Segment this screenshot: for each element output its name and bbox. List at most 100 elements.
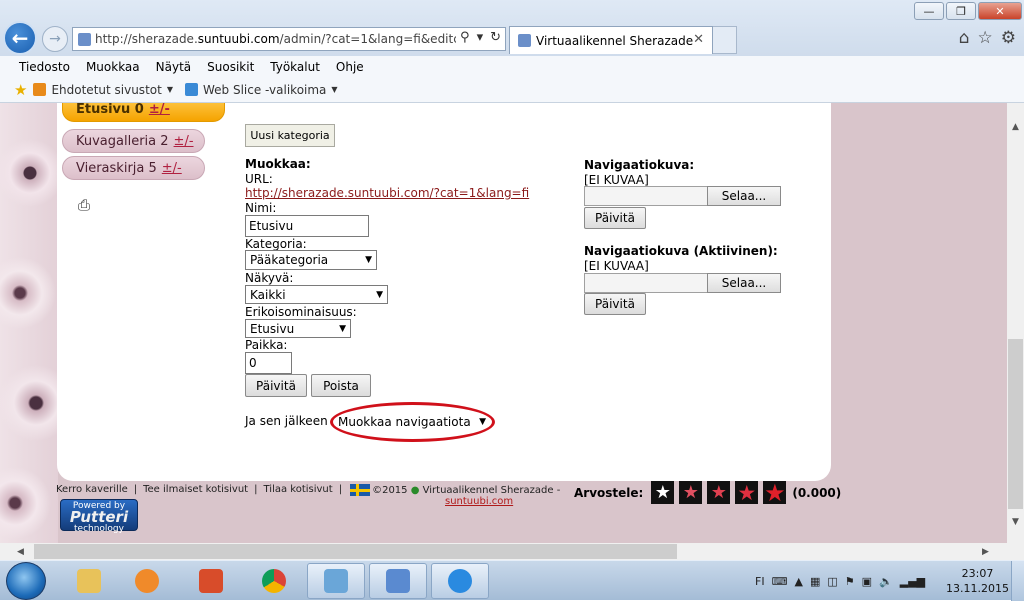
refresh-icon[interactable]: ↻ <box>490 30 501 45</box>
new-category-button[interactable]: Uusi kategoria <box>245 124 335 147</box>
taskbar-paint[interactable] <box>307 563 365 599</box>
horizontal-scroll-thumb[interactable] <box>34 544 677 559</box>
taskbar-media-player[interactable] <box>118 563 176 599</box>
category-select[interactable]: Pääkategoria ▼ <box>245 250 377 270</box>
taskbar-explorer[interactable] <box>60 563 118 599</box>
scroll-up-icon[interactable]: ▲ <box>1007 118 1024 135</box>
tab-title: Virtuaalikennel Sherazade <box>536 33 694 48</box>
rating-star-4-icon[interactable]: ★ <box>735 481 759 505</box>
footer-link-free-sites[interactable]: Tee ilmaiset kotisivut <box>137 484 254 496</box>
scroll-right-icon[interactable]: ▶ <box>977 543 994 560</box>
nav-image-active-file-input[interactable] <box>584 273 708 293</box>
scroll-down-icon[interactable]: ▼ <box>1007 513 1024 530</box>
windows-icon[interactable]: ▦ <box>810 575 820 588</box>
keyboard-icon[interactable]: ⌨ <box>772 575 788 588</box>
search-icon[interactable]: ⚲ <box>460 30 470 45</box>
rating-star-2-icon[interactable]: ★ <box>679 481 703 504</box>
taskbar-chrome[interactable] <box>245 563 303 599</box>
browser-window: ← → http://sherazade. suntuubi.com/admin/… <box>0 0 1024 601</box>
sidebar-item-plusminus[interactable]: ±/- <box>174 134 194 149</box>
nav-image-browse-button[interactable]: Selaa... <box>707 186 781 206</box>
network-adapter-icon[interactable]: ◫ <box>827 575 837 588</box>
clock-date: 13.11.2015 <box>946 582 1009 595</box>
rating-star-3-icon[interactable]: ★ <box>707 481 731 504</box>
clock[interactable]: 23:07 13.11.2015 <box>946 566 1009 596</box>
gear-icon[interactable]: ⚙ <box>1001 28 1016 48</box>
nav-image-active-browse-button[interactable]: Selaa... <box>707 273 781 293</box>
footer-link-tell-friend[interactable]: Kerro kaverille <box>56 484 134 496</box>
start-button[interactable] <box>6 562 46 600</box>
new-tab-button[interactable] <box>713 26 737 54</box>
back-button[interactable]: ← <box>3 21 37 55</box>
sidebar-item-plusminus[interactable]: ±/- <box>149 103 170 117</box>
arrow-right-icon: → <box>49 31 61 47</box>
flag-icon[interactable]: ⚑ <box>845 575 855 588</box>
monitor-icon[interactable]: ▣ <box>862 575 872 588</box>
minimize-button[interactable]: — <box>914 2 944 20</box>
close-window-button[interactable]: ✕ <box>978 2 1022 20</box>
visible-select[interactable]: Kaikki ▼ <box>245 285 388 304</box>
rate-label: Arvostele: <box>574 485 644 500</box>
favorites-star-icon[interactable]: ☆ <box>978 28 993 48</box>
forward-button[interactable]: → <box>42 26 68 52</box>
place-input[interactable]: 0 <box>245 352 292 374</box>
nav-image-active-heading: Navigaatiokuva (Aktiivinen): <box>584 244 778 258</box>
sidebar-item-etusivu[interactable]: Etusivu 0 ±/- <box>62 103 225 122</box>
arrow-up-icon[interactable]: ▲ <box>794 575 802 588</box>
favorites-bar: ★ Ehdotetut sivustot ▼ Web Slice -valiko… <box>0 77 1024 103</box>
taskbar-internet-explorer[interactable] <box>431 563 489 599</box>
menu-suosikit[interactable]: Suosikit <box>207 60 254 74</box>
nav-image-active-status: [EI KUVAA] <box>584 259 649 273</box>
putteri-logo[interactable]: Powered by Putteri technology <box>60 499 138 534</box>
vertical-scroll-thumb[interactable] <box>1008 339 1023 509</box>
home-icon[interactable]: ⌂ <box>959 28 970 48</box>
nav-image-heading: Navigaatiokuva: <box>584 158 695 172</box>
url-prefix: http://sherazade. <box>95 32 198 46</box>
printer-icon[interactable]: ⎙ <box>78 196 96 214</box>
favorites-add-icon[interactable]: ★ <box>14 81 27 99</box>
media-player-icon <box>135 569 159 593</box>
nav-image-active-update-button[interactable]: Päivitä <box>584 293 646 315</box>
show-desktop-button[interactable] <box>1011 561 1024 601</box>
suntuubi-link[interactable]: suntuubi.com <box>445 496 513 507</box>
signal-icon[interactable]: ▂▄▆ <box>900 575 925 588</box>
tab-virtuaalikennel[interactable]: Virtuaalikennel Sherazade ✕ <box>509 26 713 54</box>
menu-ohje[interactable]: Ohje <box>336 60 364 74</box>
menu-nayta[interactable]: Näytä <box>156 60 192 74</box>
name-input[interactable]: Etusivu <box>245 215 369 237</box>
rating-star-5-icon[interactable]: ★ <box>763 479 787 507</box>
restore-button[interactable]: ❐ <box>946 2 976 20</box>
menu-muokkaa[interactable]: Muokkaa <box>86 60 140 74</box>
address-bar[interactable]: http://sherazade. suntuubi.com/admin/?cat… <box>72 27 506 51</box>
vertical-scrollbar[interactable]: ▲ ▼ <box>1007 103 1024 543</box>
nav-image-file-input[interactable] <box>584 186 708 206</box>
category-select-value: Pääkategoria <box>250 253 329 267</box>
fav-suggested-sites[interactable]: Ehdotetut sivustot ▼ <box>33 83 173 97</box>
highlight-ellipse <box>330 402 495 442</box>
horizontal-scrollbar[interactable]: ◀ ▶ <box>0 543 1007 560</box>
delete-button[interactable]: Poista <box>311 374 371 397</box>
menu-tyokalut[interactable]: Työkalut <box>270 60 320 74</box>
menu-tiedosto[interactable]: Tiedosto <box>19 60 70 74</box>
footer-link-order-sites[interactable]: Tilaa kotisivut <box>257 484 338 496</box>
special-select[interactable]: Etusivu ▼ <box>245 319 351 338</box>
category-url-link[interactable]: http://sherazade.suntuubi.com/?cat=1&lan… <box>245 186 529 200</box>
close-tab-icon[interactable]: ✕ <box>693 32 704 47</box>
document-icon <box>386 569 410 593</box>
chrome-icon <box>262 569 286 593</box>
nav-image-update-button[interactable]: Päivitä <box>584 207 646 229</box>
chevron-down-icon[interactable]: ▾ <box>477 30 484 45</box>
sidebar-item-plusminus[interactable]: ±/- <box>162 161 182 176</box>
fav-web-slice[interactable]: Web Slice -valikoima ▼ <box>184 83 338 97</box>
system-tray: FI ⌨ ▲ ▦ ◫ ⚑ ▣ 🔈 ▂▄▆ <box>755 561 925 601</box>
taskbar-wordpad[interactable] <box>369 563 427 599</box>
speaker-icon[interactable]: 🔈 <box>879 575 893 588</box>
scroll-left-icon[interactable]: ◀ <box>12 543 29 560</box>
update-button[interactable]: Päivitä <box>245 374 307 397</box>
site-favicon-icon <box>78 33 91 46</box>
sidebar-item-vieraskirja[interactable]: Vieraskirja 5 ±/- <box>62 156 205 180</box>
sidebar-item-kuvagalleria[interactable]: Kuvagalleria 2 ±/- <box>62 129 205 153</box>
language-indicator[interactable]: FI <box>755 575 765 588</box>
rating-star-1-icon[interactable]: ★ <box>651 481 675 504</box>
taskbar-paint-net[interactable] <box>182 563 240 599</box>
